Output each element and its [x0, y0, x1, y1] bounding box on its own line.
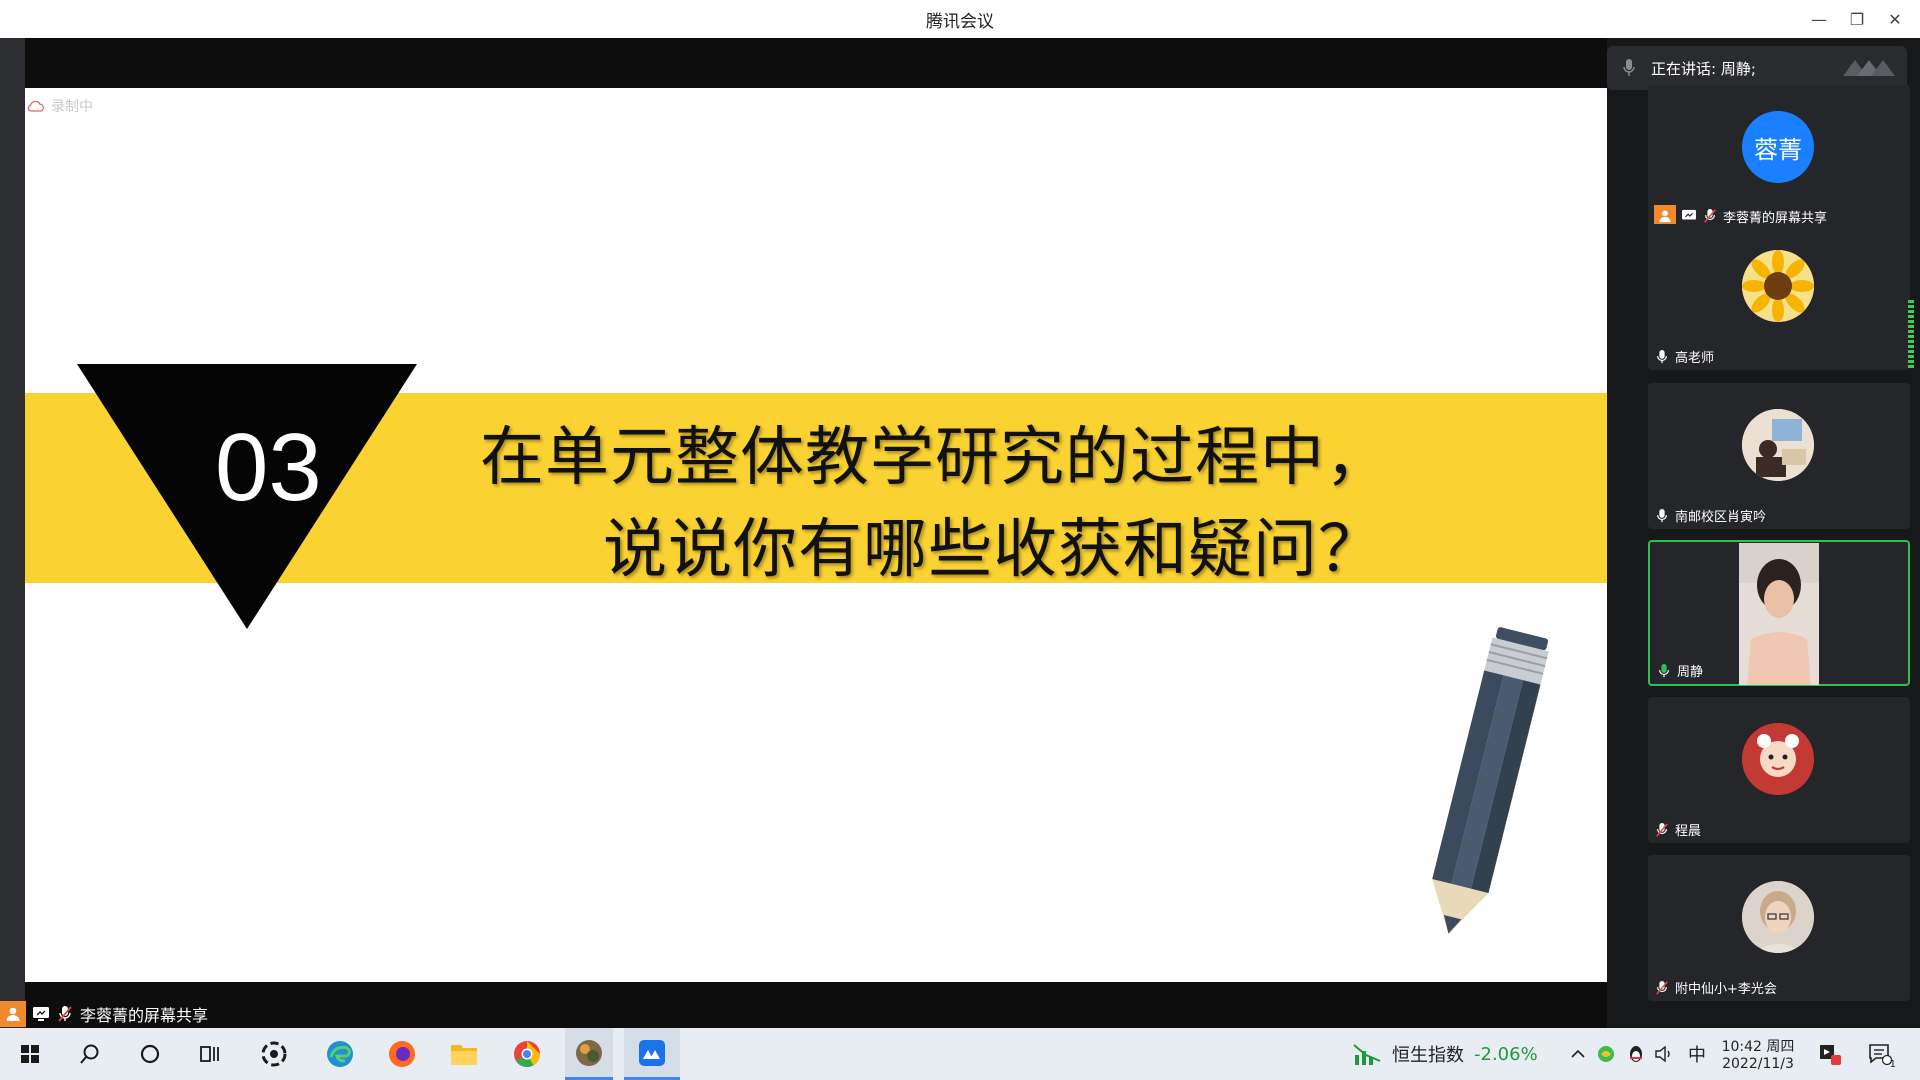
avatar [1742, 250, 1814, 322]
share-label: 李蓉菁的屏幕共享 [80, 1006, 209, 1025]
tray-app-green-icon[interactable] [1594, 1028, 1618, 1080]
slide-heading-line2: 说说你有哪些收获和疑问？ [603, 513, 1383, 587]
section-number: 03 [215, 414, 322, 521]
mic-icon [1654, 349, 1670, 365]
stock-widget[interactable]: 恒生指数 -2.06% [1352, 1028, 1538, 1080]
photo-icon [1742, 881, 1814, 953]
pencil-illustration [1432, 627, 1549, 934]
window-title: 腾讯会议 [926, 11, 994, 32]
sunflower-icon [1742, 250, 1814, 322]
photo-app-icon[interactable] [565, 1028, 613, 1080]
participant-label: 周静 [1656, 661, 1703, 680]
screen-share-icon [1681, 208, 1697, 224]
participant-tile[interactable]: 南邮校区肖寅吟 [1648, 383, 1910, 529]
search-icon[interactable] [72, 1028, 108, 1080]
recording-label: 录制中 [51, 99, 93, 115]
chrome-icon[interactable] [505, 1028, 549, 1080]
participant-label: 程晨 [1654, 820, 1701, 839]
mic-muted-icon [56, 1005, 74, 1023]
presentation-slide: 录制中 03 在单元整体教学研究的过程中， 说说你有哪些收获和疑问？ [25, 88, 1613, 982]
mic-icon [1607, 58, 1651, 78]
title-bar: 腾讯会议 — ❐ ✕ [0, 0, 1920, 38]
left-strip [0, 38, 25, 1028]
volume-icon[interactable] [1652, 1028, 1676, 1080]
shared-screen-area: 录制中 03 在单元整体教学研究的过程中， 说说你有哪些收获和疑问？ 李蓉菁的屏… [0, 38, 1616, 1028]
participant-label: 附中仙小+李光会 [1654, 978, 1777, 997]
mic-muted-icon [1654, 822, 1670, 838]
participant-tile[interactable]: 附中仙小+李光会 [1648, 855, 1910, 1001]
avatar: 蓉菁 [1742, 111, 1814, 183]
participant-tile[interactable]: 程晨 [1648, 697, 1910, 843]
participant-name: 程晨 [1675, 824, 1702, 839]
file-explorer-icon[interactable] [442, 1028, 486, 1080]
close-button[interactable]: ✕ [1876, 0, 1914, 38]
qq-icon[interactable] [1624, 1028, 1648, 1080]
avatar [1742, 409, 1814, 481]
screen-share-indicator: 李蓉菁的屏幕共享 [0, 1000, 208, 1028]
participant-name: 周静 [1677, 665, 1704, 680]
video-feed [1739, 543, 1819, 685]
clock-time: 10:42 周四 [1721, 1039, 1795, 1055]
tencent-meeting-taskbar-icon[interactable] [624, 1028, 680, 1080]
participant-label: 南邮校区肖寅吟 [1654, 506, 1766, 525]
participant-name: 李蓉菁的屏幕共享 [1723, 210, 1828, 226]
app-pinwheel-icon[interactable] [252, 1028, 296, 1080]
participant-name: 附中仙小+李光会 [1675, 982, 1777, 997]
tencent-meeting-logo-icon [1843, 60, 1895, 76]
taskbar: 恒生指数 -2.06% 中 10:42 周四 2022/11/3 1 [0, 1028, 1920, 1080]
meeting-notification-icon[interactable] [1814, 1028, 1846, 1080]
participant-name: 南邮校区肖寅吟 [1675, 510, 1767, 525]
participant-tile-active[interactable]: 周静 [1648, 540, 1910, 686]
chevron-up-icon[interactable] [1566, 1028, 1590, 1080]
restore-button[interactable]: ❐ [1838, 0, 1876, 38]
avatar [1742, 723, 1814, 795]
minimize-button[interactable]: — [1800, 0, 1838, 38]
clock-date: 2022/11/3 [1722, 1056, 1794, 1072]
participant-tile[interactable]: 蓉菁 李蓉菁的屏幕共享 [1648, 85, 1910, 231]
cartoon-avatar-icon [1742, 723, 1814, 795]
recording-indicator: 录制中 [27, 96, 93, 116]
mic-icon [1654, 508, 1670, 524]
participant-tile[interactable]: 高老师 [1648, 224, 1910, 370]
task-view-icon[interactable] [192, 1028, 228, 1080]
clock[interactable]: 10:42 周四 2022/11/3 [1718, 1028, 1798, 1080]
screen-share-icon [32, 1005, 50, 1023]
avatar [1742, 881, 1814, 953]
stock-change: -2.06% [1474, 1043, 1538, 1065]
person-video-icon [1739, 543, 1819, 685]
audio-level-indicator [1908, 300, 1914, 370]
cortana-icon[interactable] [132, 1028, 168, 1080]
speaking-indicator: 正在讲话: 周静; [1607, 46, 1907, 90]
edge-icon[interactable] [318, 1028, 362, 1080]
mic-speaking-icon [1656, 663, 1672, 679]
speaking-label: 正在讲话: 周静; [1651, 59, 1756, 78]
slide-heading-line1: 在单元整体教学研究的过程中， [480, 421, 1390, 495]
stock-chart-icon [1353, 1044, 1381, 1065]
windows-start-icon[interactable] [12, 1028, 48, 1080]
user-icon [0, 1001, 26, 1027]
mic-muted-icon [1654, 980, 1670, 996]
photo-icon [1742, 409, 1814, 481]
ime-indicator[interactable]: 中 [1682, 1028, 1712, 1080]
participant-name: 高老师 [1675, 351, 1715, 366]
cloud-icon [27, 100, 44, 112]
notification-count: 1 [1889, 1059, 1896, 1070]
window-controls: — ❐ ✕ [1800, 0, 1914, 38]
action-center-icon[interactable]: 1 [1862, 1028, 1898, 1080]
firefox-icon[interactable] [380, 1028, 424, 1080]
stock-name: 恒生指数 [1392, 1045, 1464, 1066]
participant-label: 高老师 [1654, 347, 1714, 366]
mic-muted-icon [1702, 208, 1718, 224]
